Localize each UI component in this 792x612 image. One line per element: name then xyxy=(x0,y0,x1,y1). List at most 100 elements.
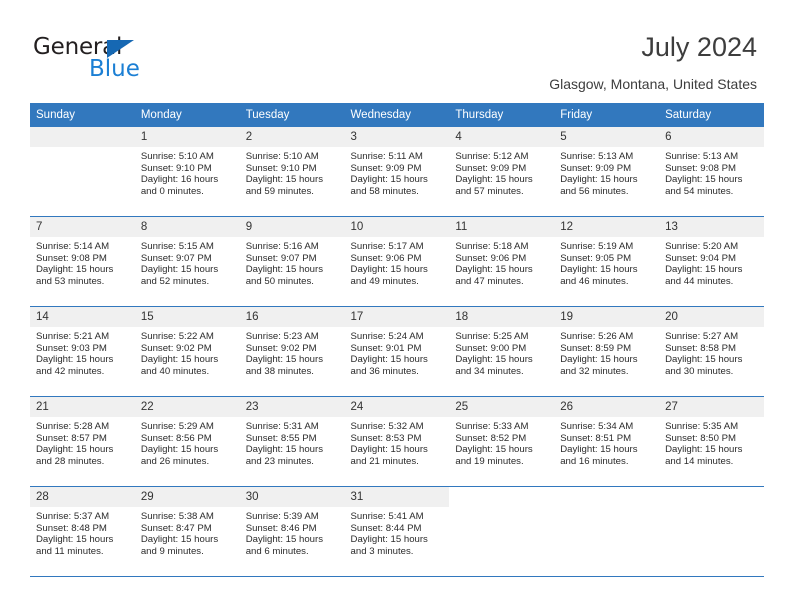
day-number: 7 xyxy=(30,217,135,237)
day-cell[interactable]: 12 Sunrise: 5:19 AM Sunset: 9:05 PM Dayligh… xyxy=(554,216,660,307)
day-cell[interactable]: 6 Sunrise: 5:13 AM Sunset: 9:08 PM Daylight… xyxy=(659,127,764,217)
sunset-text: Sunset: 9:04 PM xyxy=(665,252,736,264)
general-blue-logo[interactable]: General Blue xyxy=(33,36,213,84)
day-cell[interactable]: 10 Sunrise: 5:17 AM Sunset: 9:06 PM Dayligh… xyxy=(344,216,450,307)
day-cell-inner: 25 Sunrise: 5:33 AM Sunset: 8:52 PM Dayligh… xyxy=(449,397,555,486)
day-cell[interactable]: 1 Sunrise: 5:10 AM Sunset: 9:10 PM Daylight… xyxy=(134,127,240,217)
daylight-text-line2: and 44 minutes. xyxy=(665,275,734,287)
week-row: 7 Sunrise: 5:14 AM Sunset: 9:08 PM Daylight… xyxy=(30,216,764,307)
day-cell[interactable] xyxy=(659,486,764,577)
daylight-text-line1: Daylight: 15 hours xyxy=(350,174,428,186)
day-cell[interactable]: 14 Sunrise: 5:21 AM Sunset: 9:03 PM Dayligh… xyxy=(30,306,135,397)
day-details: Sunrise: 5:33 AM Sunset: 8:52 PM Daylight:… xyxy=(449,417,554,467)
day-cell[interactable]: 2 Sunrise: 5:10 AM Sunset: 9:10 PM Daylight… xyxy=(239,127,345,217)
weekday-header-row: Sunday Monday Tuesday Wednesday Thursday… xyxy=(30,103,764,127)
sunrise-text: Sunrise: 5:39 AM xyxy=(245,511,319,522)
day-cell[interactable]: 7 Sunrise: 5:14 AM Sunset: 9:08 PM Daylight… xyxy=(30,216,135,307)
day-number: 27 xyxy=(659,397,764,417)
daylight-text-line2: and 16 minutes. xyxy=(560,455,629,467)
page-subtitle: Glasgow, Montana, United States xyxy=(549,76,757,92)
daylight-text-line2: and 34 minutes. xyxy=(455,365,524,377)
day-number: 23 xyxy=(239,397,345,417)
daylight-text-line1: Daylight: 15 hours xyxy=(665,264,743,276)
day-cell[interactable]: 25 Sunrise: 5:33 AM Sunset: 8:52 PM Dayligh… xyxy=(449,396,555,487)
day-cell[interactable]: 19 Sunrise: 5:26 AM Sunset: 8:59 PM Dayligh… xyxy=(554,306,660,397)
daylight-text-line1: Daylight: 15 hours xyxy=(36,354,114,366)
day-cell[interactable]: 18 Sunrise: 5:25 AM Sunset: 9:00 PM Dayligh… xyxy=(449,306,555,397)
sunset-text: Sunset: 9:07 PM xyxy=(245,252,317,264)
day-cell[interactable]: 27 Sunrise: 5:35 AM Sunset: 8:50 PM Dayligh… xyxy=(659,396,764,487)
day-cell-inner: 26 Sunrise: 5:34 AM Sunset: 8:51 PM Dayligh… xyxy=(554,397,660,486)
day-cell[interactable] xyxy=(554,486,660,577)
day-number: 29 xyxy=(134,487,240,507)
sunrise-text: Sunrise: 5:27 AM xyxy=(665,331,739,342)
sunset-text: Sunset: 8:59 PM xyxy=(560,342,632,354)
day-details xyxy=(659,507,764,511)
sunset-text: Sunset: 8:47 PM xyxy=(140,522,212,534)
day-cell-inner: 31 Sunrise: 5:41 AM Sunset: 8:44 PM Dayligh… xyxy=(344,487,450,576)
day-cell[interactable]: 31 Sunrise: 5:41 AM Sunset: 8:44 PM Dayligh… xyxy=(344,486,450,577)
day-cell[interactable]: 29 Sunrise: 5:38 AM Sunset: 8:47 PM Dayligh… xyxy=(134,486,240,577)
day-cell[interactable] xyxy=(449,486,555,577)
daylight-text-line1: Daylight: 15 hours xyxy=(140,444,219,456)
daylight-text-line2: and 54 minutes. xyxy=(665,185,734,197)
day-cell[interactable]: 24 Sunrise: 5:32 AM Sunset: 8:53 PM Dayligh… xyxy=(344,396,450,487)
day-details: Sunrise: 5:13 AM Sunset: 9:09 PM Daylight:… xyxy=(554,147,659,197)
day-cell-inner: 27 Sunrise: 5:35 AM Sunset: 8:50 PM Dayligh… xyxy=(659,397,764,486)
sunrise-text: Sunrise: 5:14 AM xyxy=(36,241,110,252)
day-cell[interactable]: 17 Sunrise: 5:24 AM Sunset: 9:01 PM Dayligh… xyxy=(344,306,450,397)
day-details: Sunrise: 5:20 AM Sunset: 9:04 PM Daylight:… xyxy=(659,237,764,287)
day-number: 8 xyxy=(134,217,240,237)
day-cell[interactable]: 9 Sunrise: 5:16 AM Sunset: 9:07 PM Daylight… xyxy=(239,216,345,307)
sunrise-text: Sunrise: 5:18 AM xyxy=(455,241,529,252)
day-cell[interactable]: 13 Sunrise: 5:20 AM Sunset: 9:04 PM Dayligh… xyxy=(659,216,764,307)
daylight-text-line1: Daylight: 15 hours xyxy=(245,264,324,276)
day-cell[interactable]: 11 Sunrise: 5:18 AM Sunset: 9:06 PM Dayligh… xyxy=(449,216,555,307)
day-number: 18 xyxy=(449,307,555,327)
week-row: 21 Sunrise: 5:28 AM Sunset: 8:57 PM Dayligh… xyxy=(30,396,764,487)
day-cell[interactable]: 28 Sunrise: 5:37 AM Sunset: 8:48 PM Dayligh… xyxy=(30,486,135,577)
daylight-text-line1: Daylight: 15 hours xyxy=(455,444,533,456)
day-cell[interactable]: 4 Sunrise: 5:12 AM Sunset: 9:09 PM Daylight… xyxy=(449,127,555,217)
day-details: Sunrise: 5:12 AM Sunset: 9:09 PM Daylight:… xyxy=(449,147,554,197)
day-cell[interactable]: 23 Sunrise: 5:31 AM Sunset: 8:55 PM Dayligh… xyxy=(239,396,345,487)
daylight-text-line1: Daylight: 15 hours xyxy=(560,174,638,186)
day-cell[interactable]: 8 Sunrise: 5:15 AM Sunset: 9:07 PM Daylight… xyxy=(134,216,240,307)
day-cell[interactable]: 20 Sunrise: 5:27 AM Sunset: 8:58 PM Dayligh… xyxy=(659,306,764,397)
day-number: 10 xyxy=(344,217,450,237)
day-cell[interactable]: 16 Sunrise: 5:23 AM Sunset: 9:02 PM Dayligh… xyxy=(239,306,345,397)
day-cell[interactable]: 26 Sunrise: 5:34 AM Sunset: 8:51 PM Dayligh… xyxy=(554,396,660,487)
daylight-text-line1: Daylight: 15 hours xyxy=(36,264,114,276)
weekday-header-tuesday: Tuesday xyxy=(239,103,345,127)
day-details: Sunrise: 5:14 AM Sunset: 9:08 PM Daylight:… xyxy=(30,237,135,287)
sunrise-text: Sunrise: 5:15 AM xyxy=(140,241,214,252)
daylight-text-line2: and 14 minutes. xyxy=(665,455,734,467)
sunset-text: Sunset: 9:00 PM xyxy=(455,342,527,354)
day-details: Sunrise: 5:19 AM Sunset: 9:05 PM Daylight:… xyxy=(554,237,659,287)
day-cell[interactable]: 3 Sunrise: 5:11 AM Sunset: 9:09 PM Daylight… xyxy=(344,127,450,217)
day-cell[interactable]: 15 Sunrise: 5:22 AM Sunset: 9:02 PM Dayligh… xyxy=(134,306,240,397)
day-number: 21 xyxy=(30,397,135,417)
sunrise-text: Sunrise: 5:33 AM xyxy=(455,421,529,432)
daylight-text-line1: Daylight: 16 hours xyxy=(140,174,219,186)
day-cell-inner: 19 Sunrise: 5:26 AM Sunset: 8:59 PM Dayligh… xyxy=(554,307,660,396)
day-cell[interactable]: 21 Sunrise: 5:28 AM Sunset: 8:57 PM Dayligh… xyxy=(30,396,135,487)
day-cell[interactable]: 30 Sunrise: 5:39 AM Sunset: 8:46 PM Dayligh… xyxy=(239,486,345,577)
weekday-header-saturday: Saturday xyxy=(659,103,764,127)
day-cell[interactable] xyxy=(30,127,135,217)
day-cell[interactable]: 22 Sunrise: 5:29 AM Sunset: 8:56 PM Dayligh… xyxy=(134,396,240,487)
daylight-text-line1: Daylight: 15 hours xyxy=(560,444,638,456)
title-block: July 2024 Glasgow, Montana, United State… xyxy=(549,30,757,94)
weekday-header-monday: Monday xyxy=(134,103,240,127)
daylight-text-line2: and 47 minutes. xyxy=(455,275,524,287)
sunrise-text: Sunrise: 5:29 AM xyxy=(140,421,214,432)
daylight-text-line2: and 52 minutes. xyxy=(140,275,210,287)
day-details: Sunrise: 5:11 AM Sunset: 9:09 PM Daylight:… xyxy=(345,147,450,197)
daylight-text-line1: Daylight: 15 hours xyxy=(665,354,743,366)
calendar-table: Sunday Monday Tuesday Wednesday Thursday… xyxy=(30,103,764,577)
daylight-text-line2: and 0 minutes. xyxy=(140,185,204,197)
day-cell[interactable]: 5 Sunrise: 5:13 AM Sunset: 9:09 PM Daylight… xyxy=(554,127,660,217)
day-cell-inner xyxy=(554,487,660,576)
weekday-header-friday: Friday xyxy=(554,103,660,127)
day-number: 26 xyxy=(554,397,660,417)
